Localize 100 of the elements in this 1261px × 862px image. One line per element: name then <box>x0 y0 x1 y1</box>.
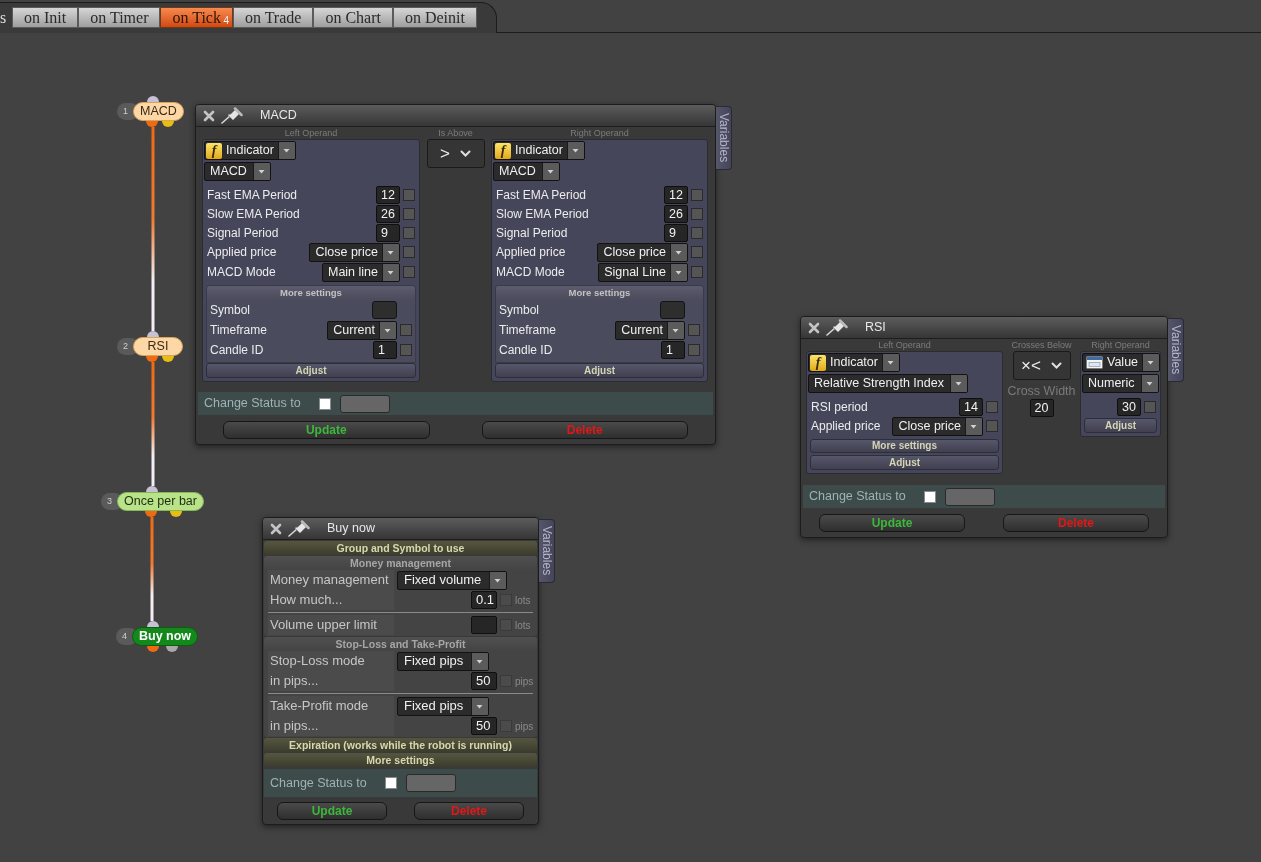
caret-down-icon[interactable] <box>379 321 396 339</box>
checkbox[interactable] <box>924 490 936 503</box>
operator-dropdown[interactable]: ×< <box>1012 351 1071 380</box>
dropdown[interactable]: f Indicator <box>493 141 585 160</box>
checkbox[interactable] <box>400 324 412 336</box>
close-icon[interactable] <box>203 109 215 122</box>
output-port-icon[interactable] <box>147 646 159 652</box>
number-field[interactable]: 1 <box>661 341 685 359</box>
section-header[interactable]: More settings <box>496 286 703 300</box>
tab[interactable]: on Chart <box>313 7 393 28</box>
input-port-icon[interactable] <box>147 621 159 627</box>
number-field[interactable]: 26 <box>664 204 688 223</box>
operator-dropdown[interactable]: > <box>426 139 485 168</box>
pin-icon[interactable] <box>826 319 848 336</box>
output-port-icon[interactable] <box>162 121 174 127</box>
pin-icon[interactable] <box>221 107 243 124</box>
caret-down-icon[interactable] <box>881 354 899 371</box>
dropdown[interactable]: Close price <box>309 242 400 262</box>
variables-tab[interactable]: Variables <box>1168 318 1184 382</box>
section-header[interactable]: Expiration (works while the robot is running) <box>264 738 537 752</box>
number-field[interactable]: 50 <box>471 717 497 735</box>
adjust-button[interactable]: Adjust <box>495 363 704 378</box>
number-field[interactable]: 9 <box>664 223 688 242</box>
number-field[interactable]: 12 <box>376 185 400 204</box>
status-field[interactable] <box>406 774 456 792</box>
number-field[interactable]: 50 <box>471 672 497 690</box>
dropdown[interactable]: f Indicator <box>204 141 296 160</box>
adjust-button[interactable]: Adjust <box>1084 418 1157 433</box>
update-button[interactable]: Update <box>223 421 430 439</box>
close-icon[interactable] <box>808 321 820 334</box>
number-field[interactable]: 1 <box>373 341 397 359</box>
caret-down-icon[interactable] <box>965 417 982 435</box>
dropdown[interactable]: Close price <box>597 242 688 262</box>
output-port-icon[interactable] <box>146 356 158 362</box>
dropdown[interactable]: f Indicator <box>808 353 900 372</box>
text-field[interactable] <box>372 301 397 319</box>
dropdown[interactable]: Close price <box>892 416 983 436</box>
checkbox[interactable] <box>691 226 703 239</box>
tab[interactable]: on Timer <box>78 7 161 28</box>
variables-tab[interactable]: Variables <box>716 106 732 170</box>
section-header[interactable]: Money management <box>264 556 537 570</box>
dropdown[interactable]: Current <box>615 320 685 340</box>
number-field[interactable]: 30 <box>1117 397 1141 416</box>
caret-down-icon[interactable] <box>566 142 584 159</box>
number-field[interactable]: 26 <box>376 204 400 223</box>
tab[interactable]: on Tick4 <box>160 7 233 28</box>
text-field[interactable] <box>660 301 685 319</box>
dropdown[interactable]: Numeric <box>1082 374 1159 393</box>
close-icon[interactable] <box>270 522 282 535</box>
dropdown[interactable]: Relative Strength Index <box>808 374 968 393</box>
adjust-button[interactable]: Adjust <box>810 455 999 470</box>
dropdown[interactable]: MACD <box>493 162 560 181</box>
status-field[interactable] <box>945 487 995 506</box>
caret-down-icon[interactable] <box>277 142 295 159</box>
caret-down-icon[interactable] <box>541 163 559 180</box>
dropdown[interactable]: MACD <box>204 162 271 181</box>
checkbox[interactable] <box>403 188 415 201</box>
dropdown[interactable]: Signal Line <box>598 262 688 282</box>
checkbox[interactable] <box>403 226 415 239</box>
checkbox[interactable] <box>691 207 703 220</box>
checkbox[interactable] <box>400 344 412 356</box>
checkbox[interactable] <box>403 246 415 258</box>
output-port-icon[interactable] <box>146 121 158 127</box>
checkbox[interactable] <box>385 777 397 789</box>
input-port-icon[interactable] <box>147 96 159 102</box>
caret-down-icon[interactable] <box>382 243 399 261</box>
checkbox[interactable] <box>403 207 415 220</box>
tab[interactable]: on Deinit <box>392 7 477 28</box>
tab[interactable]: on Trade <box>232 7 314 28</box>
section-header[interactable]: More settings <box>264 753 537 767</box>
number-field[interactable]: 0.1 <box>471 591 497 609</box>
update-button[interactable]: Update <box>277 802 387 820</box>
input-port-icon[interactable] <box>146 486 158 492</box>
checkbox[interactable] <box>691 266 703 278</box>
caret-down-icon[interactable] <box>471 652 489 670</box>
output-port-icon[interactable] <box>162 356 174 362</box>
dropdown[interactable]: Main line <box>321 262 400 282</box>
checkbox[interactable] <box>1144 400 1156 413</box>
checkbox[interactable] <box>688 324 700 336</box>
variables-tab[interactable]: Variables <box>539 519 555 583</box>
number-field[interactable]: 12 <box>664 185 688 204</box>
caret-down-icon[interactable] <box>382 263 399 281</box>
tab[interactable]: on Init <box>12 7 79 28</box>
dropdown[interactable]: Current <box>327 320 397 340</box>
node-label[interactable]: RSI <box>133 337 183 356</box>
more-settings-button[interactable]: More settings <box>810 439 999 453</box>
caret-down-icon[interactable] <box>471 697 489 715</box>
node-label[interactable]: Once per bar <box>117 492 204 511</box>
checkbox[interactable] <box>691 246 703 258</box>
dropdown[interactable]: Fixed volume <box>397 570 508 590</box>
output-port-icon[interactable] <box>170 511 182 517</box>
checkbox[interactable] <box>403 266 415 278</box>
number-field[interactable]: 14 <box>959 397 983 416</box>
caret-down-icon[interactable] <box>489 571 507 589</box>
caret-down-icon[interactable] <box>670 243 687 261</box>
caret-down-icon[interactable] <box>1142 354 1160 371</box>
number-field[interactable]: 20 <box>1029 399 1054 417</box>
caret-down-icon[interactable] <box>670 263 687 281</box>
section-header[interactable]: Stop-Loss and Take-Profit <box>264 637 537 651</box>
checkbox[interactable] <box>319 397 331 410</box>
